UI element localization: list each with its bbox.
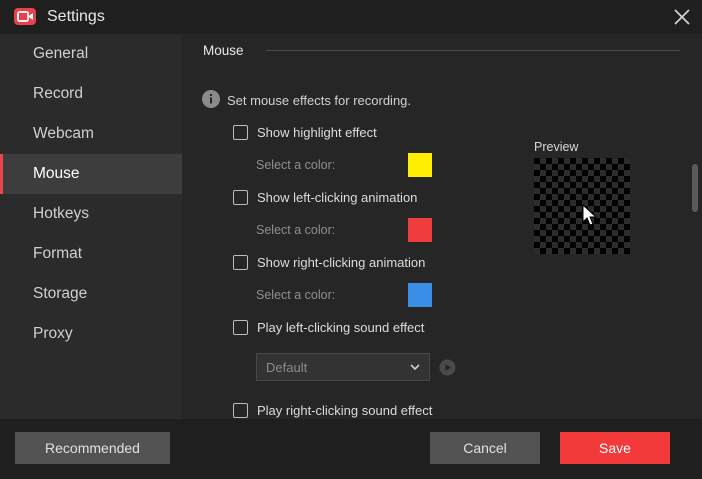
left-click-label: Show left-clicking animation xyxy=(257,190,418,205)
left-sound-label: Play left-clicking sound effect xyxy=(257,320,425,335)
right-click-checkbox[interactable] xyxy=(233,255,248,270)
sidebar-item-hotkeys[interactable]: Hotkeys xyxy=(0,194,182,234)
left-sound-checkbox[interactable] xyxy=(233,320,248,335)
sidebar-item-proxy[interactable]: Proxy xyxy=(0,314,182,354)
sidebar: General Record Webcam Mouse Hotkeys Form… xyxy=(0,34,182,419)
cancel-button[interactable]: Cancel xyxy=(430,432,540,464)
left-click-color-label: Select a color: xyxy=(256,223,336,237)
sidebar-item-mouse[interactable]: Mouse xyxy=(0,154,182,194)
save-button[interactable]: Save xyxy=(560,432,670,464)
settings-content: Mouse Set mouse effects for recording. S… xyxy=(182,34,702,419)
chevron-down-icon xyxy=(410,364,420,371)
sidebar-item-webcam[interactable]: Webcam xyxy=(0,114,182,154)
recommended-button[interactable]: Recommended xyxy=(15,432,170,464)
sidebar-item-record[interactable]: Record xyxy=(0,74,182,114)
left-click-color-swatch[interactable] xyxy=(408,218,432,242)
right-click-label: Show right-clicking animation xyxy=(257,255,426,270)
sidebar-item-general[interactable]: General xyxy=(0,34,182,74)
play-icon[interactable] xyxy=(439,359,456,376)
preview-area xyxy=(534,158,630,254)
left-click-checkbox[interactable] xyxy=(233,190,248,205)
window-title: Settings xyxy=(47,8,105,25)
section-divider xyxy=(266,50,680,51)
right-sound-label: Play right-clicking sound effect xyxy=(257,403,433,418)
right-sound-checkbox[interactable] xyxy=(233,403,248,418)
sound-select-value: Default xyxy=(266,360,308,375)
close-icon[interactable] xyxy=(670,6,694,28)
highlight-label: Show highlight effect xyxy=(257,125,377,140)
cursor-icon xyxy=(582,204,598,226)
right-click-color-swatch[interactable] xyxy=(408,283,432,307)
highlight-color-swatch[interactable] xyxy=(408,153,432,177)
app-logo-icon xyxy=(14,8,36,25)
section-title: Mouse xyxy=(203,43,244,58)
sidebar-item-format[interactable]: Format xyxy=(0,234,182,274)
info-text: Set mouse effects for recording. xyxy=(227,93,412,108)
highlight-color-label: Select a color: xyxy=(256,158,336,172)
sound-select[interactable]: Default xyxy=(256,353,430,381)
title-bar: Settings xyxy=(0,0,702,34)
preview-label: Preview xyxy=(534,140,579,154)
scrollbar-thumb[interactable] xyxy=(692,164,698,212)
info-icon xyxy=(202,90,220,108)
right-click-color-label: Select a color: xyxy=(256,288,336,302)
footer: Recommended Cancel Save xyxy=(0,419,702,479)
highlight-checkbox[interactable] xyxy=(233,125,248,140)
sidebar-item-storage[interactable]: Storage xyxy=(0,274,182,314)
